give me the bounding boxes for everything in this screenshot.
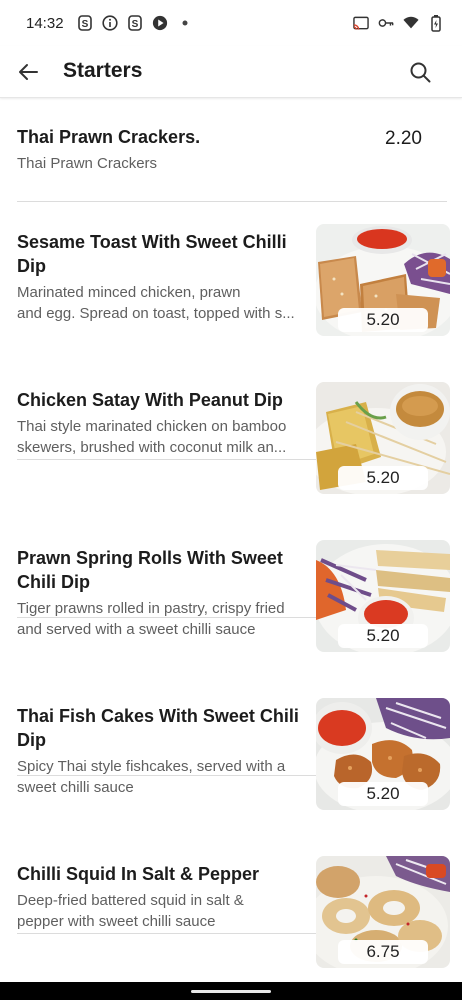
battery-icon bbox=[428, 14, 444, 32]
item-image-prawn-spring-rolls: 5.20 bbox=[316, 540, 450, 652]
arrow-back-icon bbox=[19, 64, 38, 80]
vpn-key-icon bbox=[378, 15, 394, 31]
menu-item-sesame-toast[interactable]: Sesame Toast With Sweet Chilli Dip Marin… bbox=[0, 202, 462, 460]
item-name: Thai Prawn Crackers. bbox=[17, 127, 201, 147]
status-right bbox=[353, 14, 444, 32]
info-icon bbox=[101, 15, 118, 31]
menu-item-chicken-satay[interactable]: Chicken Satay With Peanut Dip Thai style… bbox=[0, 360, 462, 618]
item-name-line1: Prawn Spring Rolls With Sweet bbox=[17, 548, 283, 568]
app-bar: Starters bbox=[0, 46, 462, 98]
item-description-line1: Tiger prawns rolled in pastry, crispy fr… bbox=[17, 600, 285, 617]
dot-icon bbox=[177, 15, 193, 31]
status-bar: 14:32 S S bbox=[0, 0, 462, 46]
item-description-line2: and served with a sweet chilli sauce bbox=[17, 621, 256, 638]
back-button[interactable] bbox=[14, 58, 42, 86]
s-notification-icon: S bbox=[77, 15, 93, 31]
item-price: 5.20 bbox=[338, 308, 428, 332]
svg-text:S: S bbox=[81, 19, 88, 30]
item-image-chilli-squid: 6.75 bbox=[316, 856, 450, 968]
item-name-line1: Sesame Toast With Sweet Chilli bbox=[17, 232, 287, 252]
item-price: 6.75 bbox=[338, 940, 428, 964]
media-app-icon bbox=[152, 15, 168, 31]
s-notification-icon: S bbox=[127, 15, 143, 31]
item-description: Thai Prawn Crackers bbox=[17, 155, 158, 172]
wifi-icon bbox=[403, 15, 419, 31]
item-price: 2.20 bbox=[385, 128, 422, 149]
page-title: Starters bbox=[63, 59, 143, 82]
menu-item-thai-fish-cakes[interactable]: Thai Fish Cakes With Sweet Chili Dip Spi… bbox=[0, 676, 462, 934]
item-name-line2: Dip bbox=[17, 730, 46, 750]
search-button[interactable] bbox=[406, 58, 434, 86]
menu-item-thai-prawn-crackers[interactable]: Thai Prawn Crackers. Thai Prawn Crackers… bbox=[0, 99, 462, 202]
item-price: 5.20 bbox=[338, 466, 428, 490]
item-image-chicken-satay: 5.20 bbox=[316, 382, 450, 494]
cast-icon bbox=[353, 15, 369, 31]
menu-item-chilli-squid[interactable]: Chilli Squid In Salt & Pepper Deep-fried… bbox=[0, 834, 462, 982]
item-name: Chicken Satay With Peanut Dip bbox=[17, 390, 283, 410]
item-description-line1: Deep-fried battered squid in salt & bbox=[17, 892, 244, 909]
item-description-line2: sweet chilli sauce bbox=[17, 779, 134, 796]
item-name: Chilli Squid In Salt & Pepper bbox=[17, 864, 260, 884]
item-name-line2: Chili Dip bbox=[17, 572, 90, 592]
status-time: 14:32 bbox=[26, 14, 64, 32]
svg-text:S: S bbox=[131, 19, 138, 30]
item-image-sesame-toast: 5.20 bbox=[316, 224, 450, 336]
item-description-line1: Thai style marinated chicken on bamboo bbox=[17, 418, 287, 435]
item-description-line2: pepper with sweet chilli sauce bbox=[17, 913, 216, 930]
item-price: 5.20 bbox=[338, 782, 428, 806]
status-left: 14:32 S S bbox=[26, 15, 193, 32]
item-description-line2: and egg. Spread on toast, topped with s.… bbox=[17, 305, 295, 322]
item-price: 5.20 bbox=[338, 624, 428, 648]
system-navigation-bar bbox=[0, 982, 462, 1000]
item-description-line2: skewers, brushed with coconut milk an... bbox=[17, 439, 287, 456]
menu-item-prawn-spring-rolls[interactable]: Prawn Spring Rolls With Sweet Chili Dip … bbox=[0, 518, 462, 776]
item-description-line1: Spicy Thai style fishcakes, served with … bbox=[17, 758, 286, 775]
search-icon bbox=[410, 62, 431, 83]
item-name-line2: Dip bbox=[17, 256, 46, 276]
item-name-line1: Thai Fish Cakes With Sweet Chili bbox=[17, 706, 299, 726]
home-indicator[interactable] bbox=[191, 990, 271, 993]
item-image-thai-fish-cakes: 5.20 bbox=[316, 698, 450, 810]
item-description-line1: Marinated minced chicken, prawn bbox=[17, 284, 241, 301]
